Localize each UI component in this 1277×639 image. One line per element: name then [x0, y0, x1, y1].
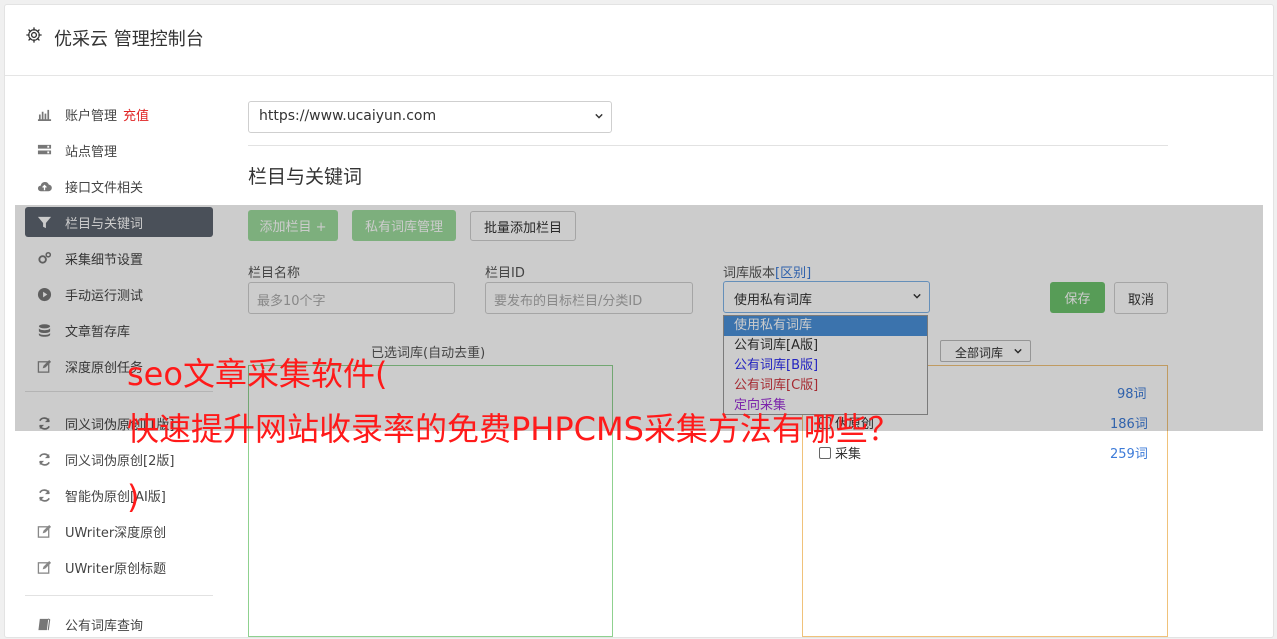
- book-icon: [38, 618, 51, 631]
- sidebar-item-interface[interactable]: 接口文件相关: [25, 171, 213, 201]
- page-title: 优采云 管理控制台: [54, 29, 204, 50]
- dim-overlay: [15, 205, 1263, 431]
- divider: [248, 145, 1168, 146]
- watermark-line-3: ): [127, 478, 140, 516]
- server-icon: [37, 144, 52, 155]
- sidebar-item-label: UWriter原创标题: [65, 562, 167, 577]
- sidebar-item-synonym-v2[interactable]: 同义词伪原创[2版]: [25, 444, 213, 474]
- edit-icon: [37, 524, 52, 538]
- watermark-line-2: 快速提升网站收录率的免费PHPCMS采集方法有哪些？: [127, 410, 900, 448]
- sidebar-item-public-lib[interactable]: 公有词库查询: [25, 609, 213, 639]
- site-select-value: https://www.ucaiyun.com: [259, 108, 437, 124]
- sidebar-item-ai-original[interactable]: 智能伪原创[AI版]: [25, 480, 213, 510]
- page-header: 优采云 管理控制台: [5, 5, 1273, 76]
- edit-icon: [37, 560, 52, 574]
- site-select[interactable]: https://www.ucaiyun.com: [248, 101, 612, 133]
- lib-row-count: 259词: [1110, 447, 1148, 462]
- watermark-line-1: seo文章采集软件(: [127, 355, 388, 393]
- sidebar-item-label: 公有词库查询: [65, 619, 144, 634]
- sidebar-item-label: 站点管理: [65, 145, 118, 160]
- sidebar-divider: [25, 595, 213, 596]
- gear-icon: [26, 27, 42, 43]
- refresh-icon: [39, 489, 50, 502]
- sidebar-item-label: UWriter深度原创: [65, 526, 167, 541]
- sidebar-item-label: 智能伪原创[AI版]: [65, 490, 166, 505]
- sidebar-item-sites[interactable]: 站点管理: [25, 135, 213, 165]
- sidebar-item-label: 账户管理: [65, 109, 118, 124]
- sidebar-item-uwriter-title[interactable]: UWriter原创标题: [25, 552, 213, 582]
- lib-row-label: 采集: [835, 447, 862, 462]
- section-title: 栏目与关键词: [248, 166, 363, 188]
- sidebar-item-account[interactable]: 账户管理 充值: [25, 99, 213, 129]
- chevron-down-icon: [595, 113, 603, 119]
- sidebar-item-label: 同义词伪原创[2版]: [65, 454, 175, 469]
- sidebar-item-uwriter-deep[interactable]: UWriter深度原创: [25, 516, 213, 546]
- recharge-link[interactable]: 充值: [123, 109, 149, 124]
- bar-chart-icon: [37, 109, 52, 121]
- sidebar-item-label: 接口文件相关: [65, 181, 144, 196]
- cloud-upload-icon: [37, 182, 52, 192]
- checkbox[interactable]: [819, 447, 831, 459]
- refresh-icon: [39, 453, 50, 466]
